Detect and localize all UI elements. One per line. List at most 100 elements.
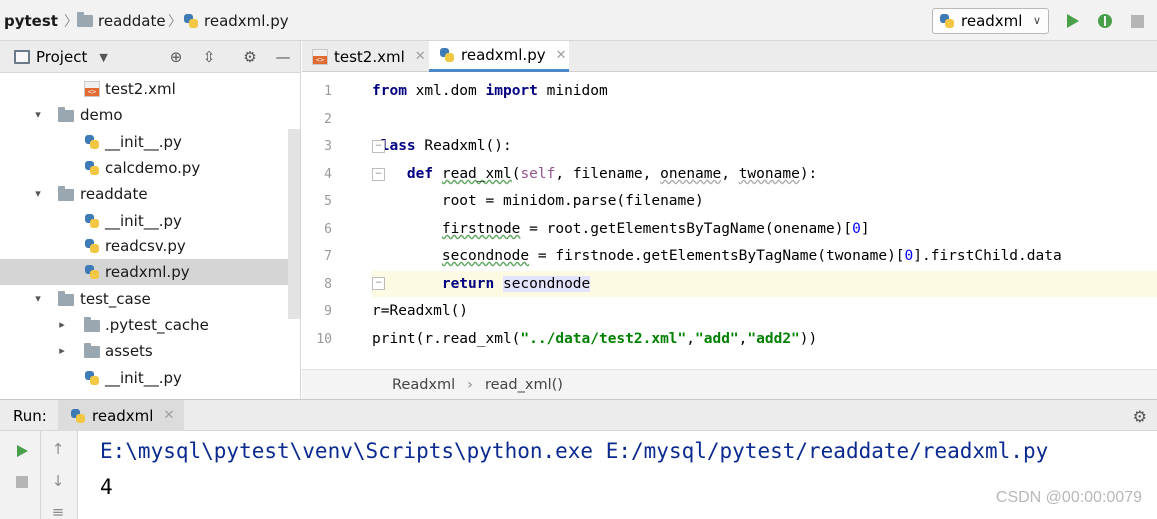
fold-marker-icon[interactable]: − xyxy=(372,140,385,153)
code-line[interactable]: def read_xml(self, filename, onename, tw… xyxy=(372,161,1157,187)
close-icon[interactable]: ✕ xyxy=(556,48,567,63)
chevron-down-icon[interactable]: ▾ xyxy=(32,109,44,121)
code-editor[interactable]: from xml.dom import minidom class Readxm… xyxy=(372,73,1157,368)
breadcrumb-class[interactable]: Readxml xyxy=(392,377,455,393)
line-number: 7 xyxy=(324,249,332,264)
python-file-icon xyxy=(439,47,455,63)
chevron-down-icon: ▼ xyxy=(99,50,108,64)
line-number: 8 xyxy=(324,277,332,292)
tree-item-init-py[interactable]: __init__.py xyxy=(0,208,288,234)
line-number: 3 xyxy=(324,139,332,154)
tree-item-init-py[interactable]: __init__.py xyxy=(0,365,288,391)
code-line-current[interactable]: return secondnode xyxy=(372,271,1157,297)
breadcrumb-folder[interactable]: readdate xyxy=(77,10,166,32)
code-line[interactable]: print(r.read_xml("../data/test2.xml","ad… xyxy=(372,326,1157,352)
run-tab-label: readxml xyxy=(92,406,154,425)
close-icon[interactable]: ✕ xyxy=(415,49,426,64)
breadcrumb-separator-icon: 〉 xyxy=(64,14,78,30)
tree-item-label: readcsv.py xyxy=(105,237,186,255)
tree-scrollbar[interactable] xyxy=(288,129,300,319)
folder-icon xyxy=(84,317,100,332)
close-icon[interactable]: ✕ xyxy=(163,408,174,423)
line-number: 2 xyxy=(324,112,332,127)
folder-icon xyxy=(84,343,100,358)
debug-icon xyxy=(1098,14,1112,28)
locate-file-icon[interactable]: ⊕ xyxy=(166,47,186,67)
run-panel-title: Run: xyxy=(13,407,47,425)
line-number: 1 xyxy=(324,84,332,99)
line-number: 4 xyxy=(324,167,332,182)
minimize-icon[interactable]: — xyxy=(273,47,293,67)
tree-item-label: __init__.py xyxy=(105,133,182,151)
gear-icon[interactable]: ⚙ xyxy=(1133,407,1147,426)
chevron-right-icon[interactable]: ▸ xyxy=(56,345,68,357)
debug-button[interactable] xyxy=(1094,10,1116,32)
scroll-down-button[interactable]: ↓ xyxy=(47,470,69,492)
run-button[interactable] xyxy=(1062,10,1084,32)
chevron-down-icon: ∨ xyxy=(1032,14,1041,27)
chevron-down-icon[interactable]: ▾ xyxy=(32,293,44,305)
code-line[interactable]: from xml.dom import minidom xyxy=(372,78,1157,104)
python-file-icon xyxy=(84,213,100,229)
chevron-right-icon[interactable]: ▸ xyxy=(56,319,68,331)
editor-breadcrumb: Readxml › read_xml() xyxy=(302,369,1157,399)
python-file-icon xyxy=(70,408,86,424)
stop-button[interactable] xyxy=(1126,10,1148,32)
project-view-selector[interactable]: Project ▼ xyxy=(14,48,108,66)
run-tab-readxml[interactable]: readxml ✕ xyxy=(58,400,185,431)
xml-file-icon xyxy=(312,48,328,65)
rerun-icon xyxy=(16,445,28,457)
console-output-line: 4 xyxy=(100,475,113,499)
tree-item-label: __init__.py xyxy=(105,369,182,387)
tree-item-label: readdate xyxy=(80,185,148,203)
arrow-down-icon: ↓ xyxy=(51,472,65,490)
code-line[interactable]: class Readxml(): xyxy=(372,133,1157,159)
editor-gutter: 1 2 3 4 5 6 7 8 9 10 xyxy=(302,73,372,368)
rerun-button[interactable] xyxy=(11,440,33,462)
tree-item-test-case[interactable]: ▾ test_case xyxy=(0,286,288,312)
run-configuration-select[interactable]: readxml ∨ xyxy=(932,8,1049,34)
stop-button[interactable] xyxy=(11,471,33,493)
fold-marker-icon[interactable]: − xyxy=(372,277,385,290)
tree-item-label: demo xyxy=(80,106,123,124)
python-file-icon xyxy=(84,264,100,280)
tree-item-label: .pytest_cache xyxy=(105,316,209,334)
code-line[interactable]: r=Readxml() xyxy=(372,298,1157,324)
tree-item-pytest-cache[interactable]: ▸ .pytest_cache xyxy=(0,312,288,338)
stop-icon xyxy=(16,476,28,488)
soft-wrap-icon: ≡ xyxy=(51,503,65,519)
xml-file-icon xyxy=(84,81,100,97)
chevron-down-icon[interactable]: ▾ xyxy=(32,188,44,200)
tree-item-label: test2.xml xyxy=(105,80,176,98)
project-panel: Project ▼ ⊕ ⇳ ⚙ — test2.xml ▾ demo __ini… xyxy=(0,41,301,399)
editor-tabs: test2.xml ✕ readxml.py ✕ xyxy=(302,41,1157,72)
tab-test2-xml[interactable]: test2.xml ✕ xyxy=(302,41,428,72)
tree-item-readdate[interactable]: ▾ readdate xyxy=(0,181,288,207)
collapse-all-icon[interactable]: ⇳ xyxy=(199,47,219,67)
code-line[interactable] xyxy=(372,106,1157,132)
gear-icon[interactable]: ⚙ xyxy=(240,47,260,67)
tab-readxml-py[interactable]: readxml.py ✕ xyxy=(429,41,569,72)
breadcrumb-method[interactable]: read_xml() xyxy=(485,377,563,393)
tree-item-test2-xml[interactable]: test2.xml xyxy=(0,76,288,102)
soft-wrap-button[interactable]: ≡ xyxy=(47,501,69,519)
tree-item-readcsv-py[interactable]: readcsv.py xyxy=(0,233,288,259)
code-line[interactable]: secondnode = firstnode.getElementsByTagN… xyxy=(372,243,1157,269)
scroll-up-button[interactable]: ↑ xyxy=(47,438,69,460)
folder-icon xyxy=(58,291,74,306)
breadcrumb-folder-label: readdate xyxy=(98,12,166,30)
arrow-up-icon: ↑ xyxy=(51,440,65,458)
tree-item-init-py[interactable]: __init__.py xyxy=(0,129,288,155)
project-title: Project xyxy=(36,48,88,66)
code-line[interactable]: root = minidom.parse(filename) xyxy=(372,188,1157,214)
tree-item-assets[interactable]: ▸ assets xyxy=(0,338,288,364)
breadcrumb-project[interactable]: pytest xyxy=(4,10,58,32)
code-line[interactable]: firstnode = root.getElementsByTagName(on… xyxy=(372,216,1157,242)
fold-marker-icon[interactable]: − xyxy=(372,168,385,181)
run-icon xyxy=(1067,14,1079,28)
tree-item-calcdemo-py[interactable]: calcdemo.py xyxy=(0,155,288,181)
tree-item-demo[interactable]: ▾ demo xyxy=(0,102,288,128)
tree-item-readxml-py[interactable]: readxml.py xyxy=(0,259,288,285)
tree-item-label: assets xyxy=(105,342,153,360)
breadcrumb-file[interactable]: readxml.py xyxy=(183,10,289,32)
